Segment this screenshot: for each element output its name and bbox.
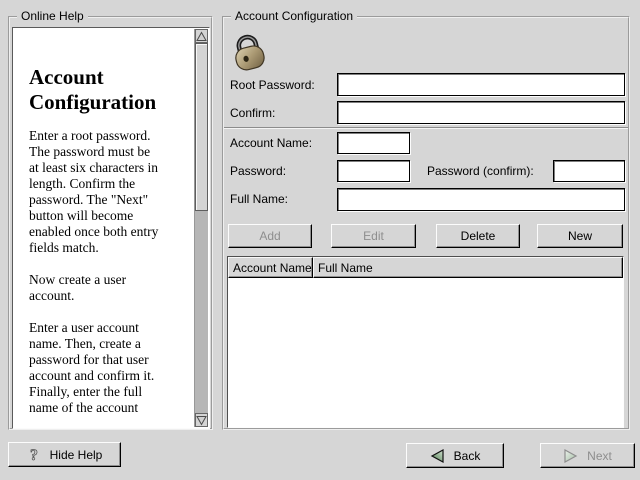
scrollbar-down-button[interactable] — [195, 413, 208, 427]
column-header-account-name[interactable]: Account Name — [228, 257, 313, 278]
password-input[interactable] — [337, 160, 410, 182]
delete-button[interactable]: Delete — [436, 224, 520, 248]
account-name-input[interactable] — [337, 132, 410, 154]
column-header-full-name[interactable]: Full Name — [313, 257, 623, 278]
password-label: Password: — [230, 165, 286, 178]
accounts-list-area[interactable] — [228, 278, 623, 427]
account-name-label: Account Name: — [230, 137, 312, 150]
scrollbar-thumb[interactable] — [195, 43, 208, 211]
add-button-label: Add — [259, 229, 280, 243]
accounts-table: Account Name Full Name — [227, 256, 624, 428]
help-paragraph: Enter a user account name. Then, create … — [29, 320, 191, 416]
help-viewport: Account Configuration Enter a root passw… — [12, 27, 210, 429]
edit-button: Edit — [331, 224, 416, 248]
question-mark-icon: ? — [27, 446, 41, 464]
next-arrow-icon — [563, 449, 578, 463]
accounts-table-header: Account Name Full Name — [228, 257, 623, 278]
installer-window: { "help_panel": { "frame_label": "Online… — [0, 0, 640, 480]
back-arrow-icon — [430, 449, 445, 463]
root-password-input[interactable] — [337, 73, 625, 96]
confirm-label: Confirm: — [230, 107, 275, 120]
root-password-label: Root Password: — [230, 79, 315, 92]
back-button[interactable]: Back — [406, 443, 504, 468]
edit-button-label: Edit — [363, 229, 384, 243]
new-button-label: New — [568, 229, 592, 243]
add-button: Add — [228, 224, 312, 248]
back-button-label: Back — [454, 449, 481, 463]
up-arrow-icon — [196, 31, 207, 42]
help-paragraph: Now create a user account. — [29, 272, 191, 304]
svg-text:?: ? — [30, 447, 38, 464]
hide-help-button[interactable]: ? Hide Help — [8, 442, 121, 467]
section-separator — [224, 127, 628, 129]
down-arrow-icon — [196, 415, 207, 426]
next-button-label: Next — [587, 449, 612, 463]
password-confirm-input[interactable] — [553, 160, 625, 182]
help-text-area: Account Configuration Enter a root passw… — [14, 29, 193, 427]
help-paragraph: Enter a root password. The password must… — [29, 128, 191, 256]
new-button[interactable]: New — [537, 224, 623, 248]
hide-help-button-label: Hide Help — [50, 448, 103, 462]
delete-button-label: Delete — [461, 229, 496, 243]
full-name-label: Full Name: — [230, 193, 288, 206]
next-button: Next — [540, 443, 635, 468]
help-scrollbar[interactable] — [194, 29, 208, 427]
full-name-input[interactable] — [337, 188, 625, 211]
scrollbar-up-button[interactable] — [195, 29, 208, 43]
password-confirm-label: Password (confirm): — [427, 165, 534, 178]
help-title: Account Configuration — [29, 65, 191, 115]
padlock-icon — [227, 30, 271, 72]
account-config-frame-label: Account Configuration — [231, 9, 357, 23]
confirm-password-input[interactable] — [337, 101, 625, 124]
online-help-frame-label: Online Help — [17, 9, 88, 23]
